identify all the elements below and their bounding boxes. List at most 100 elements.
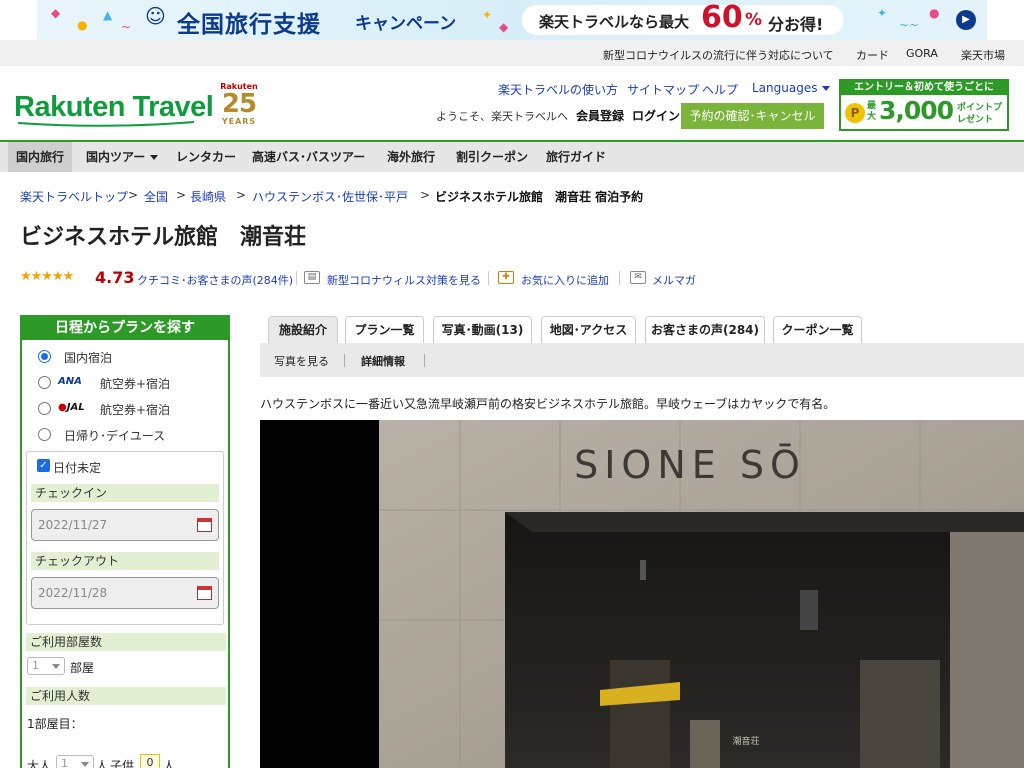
campaign-promo-suffix: 分お得! [768, 15, 824, 34]
radio-label: 国内宿泊 [64, 351, 113, 365]
chevron-down-icon [81, 762, 89, 767]
confetti-decoration: ✦ [482, 8, 493, 22]
nav-domestic-tour[interactable]: 国内ツアー [86, 142, 159, 172]
utility-link-ichiba[interactable]: 楽天市場 [961, 47, 1005, 63]
utility-link-covid[interactable]: 新型コロナウイルスの流行に伴う対応について [603, 47, 834, 63]
page-title: ビジネスホテル旅館 潮音荘 [20, 225, 307, 250]
nav-coupons[interactable]: 割引クーポン [456, 142, 528, 172]
confetti-decoration: ● [77, 18, 88, 32]
anniversary-badge: Rakuten 25 YEARS [219, 82, 259, 130]
header-link-howto[interactable]: 楽天トラベルの使い方 [498, 81, 618, 98]
breadcrumb-nationwide[interactable]: 全国 [144, 188, 168, 205]
confetti-decoration: ▲ [103, 8, 113, 22]
hotel-entrance-image: SIONE SŌ 潮音荘 [260, 420, 1024, 768]
campaign-banner[interactable]: ◆ ● ▲ ~ ☺ 全国旅行支援 キャンペーン ✦ ◆ 楽天トラベルなら最大 6… [37, 0, 987, 40]
reservation-check-button[interactable]: 予約の確認･キャンセル [681, 103, 824, 129]
adult-select-value: 1 [61, 757, 68, 768]
campaign-promo-prefix: 楽天トラベルなら最大 [539, 13, 690, 31]
campaign-promo-unit: % [745, 10, 763, 30]
anniversary-number: 25 [221, 89, 257, 119]
undecided-date-checkbox[interactable]: ✓ [37, 459, 50, 472]
radio-label: 日帰り･デイユース [64, 429, 166, 443]
promo-max-text: 最大 [867, 101, 877, 122]
hotel-main-photo[interactable]: SIONE SŌ 潮音荘 [260, 420, 1024, 768]
radio-button[interactable] [38, 402, 51, 415]
tab-facility-info[interactable]: 施設紹介 [268, 316, 338, 344]
languages-label: Languages [752, 81, 818, 95]
child-unit: 人 [163, 759, 176, 768]
jal-logo-text: JAL [66, 402, 85, 413]
campaign-title: 全国旅行支援 [177, 12, 321, 38]
divider [488, 271, 489, 285]
reviews-link[interactable]: クチコミ･お客さまの声(284件) [137, 272, 293, 288]
tab-map-access[interactable]: 地図･アクセス [541, 316, 636, 344]
confetti-decoration: ~ [121, 20, 132, 34]
login-link[interactable]: ログイン [632, 107, 680, 124]
child-count-input[interactable]: 0 [140, 754, 160, 768]
ana-logo-icon: ANA [58, 376, 82, 387]
adult-select[interactable]: 1 [56, 755, 94, 768]
nav-highway-bus[interactable]: 高速バス･バスツアー [252, 142, 365, 172]
breadcrumb-area[interactable]: ハウステンボス･佐世保･平戸 [252, 188, 408, 205]
radio-button[interactable] [38, 350, 51, 363]
nav-travel-guide[interactable]: 旅行ガイド [546, 142, 606, 172]
adult-unit: 人 [96, 759, 109, 768]
guests-label: ご利用人数 [26, 687, 226, 705]
campaign-subtitle: キャンペーン [355, 14, 457, 34]
breadcrumb-current: ビジネスホテル旅館 潮音荘 宿泊予約 [435, 190, 644, 204]
rakuten-travel-logo[interactable]: Rakuten Travel [14, 91, 214, 124]
breadcrumb-separator: > [128, 188, 139, 202]
breadcrumb-separator: > [420, 188, 431, 202]
logo-swoosh-icon [17, 121, 195, 127]
chevron-down-icon [150, 155, 159, 160]
mailmag-link[interactable]: メルマガ [652, 272, 696, 288]
subtab-view-photos[interactable]: 写真を見る [274, 353, 329, 369]
header-link-sitemap[interactable]: サイトマップ [627, 81, 699, 98]
confetti-decoration: ~~ [899, 18, 920, 32]
checkin-input[interactable]: 2022/11/27 [31, 509, 219, 541]
plan-search-panel: 日程からプランを探す 国内宿泊 ANA 航空券+宿泊 ●JAL 航空券+宿泊 日… [20, 315, 230, 768]
checkout-input[interactable]: 2022/11/28 [31, 577, 219, 609]
utility-link-gora[interactable]: GORA [906, 47, 938, 60]
radio-button[interactable] [38, 428, 51, 441]
divider [619, 271, 620, 285]
confetti-decoration: ◆ [51, 6, 61, 20]
points-promo-banner[interactable]: エントリー＆初めて使うごとに P 最大 3,000 ポイントプレゼント [839, 79, 1009, 131]
chevron-down-icon [52, 664, 60, 669]
breadcrumb-top[interactable]: 楽天トラベルトップ [20, 188, 128, 205]
register-link[interactable]: 会員登録 [576, 107, 624, 124]
breadcrumb-nagasaki[interactable]: 長崎県 [190, 188, 226, 205]
rooms-select[interactable]: 1 [27, 657, 65, 675]
plan-search-header: 日程からプランを探す [22, 317, 228, 340]
sub-tab-bar: 写真を見る 詳細情報 [260, 343, 1024, 377]
add-favorite-link[interactable]: お気に入りに追加 [521, 272, 609, 288]
checkin-label: チェックイン [31, 484, 219, 502]
promo-top-text: エントリー＆初めて使うごとに [841, 81, 1007, 95]
tab-photos-videos[interactable]: 写真･動画(13) [433, 316, 532, 344]
nav-domestic-travel[interactable]: 国内旅行 [8, 142, 72, 172]
radio-button[interactable] [38, 376, 51, 389]
tab-coupon-list[interactable]: クーポン一覧 [773, 316, 862, 344]
checkin-value: 2022/11/27 [38, 518, 108, 532]
child-label: 子供 [110, 759, 135, 768]
nav-overseas-travel[interactable]: 海外旅行 [387, 142, 435, 172]
calendar-icon[interactable] [197, 518, 212, 532]
nav-domestic-tour-label: 国内ツアー [86, 150, 146, 164]
adult-label: 大人 [27, 759, 52, 768]
tab-plan-list[interactable]: プラン一覧 [345, 316, 424, 344]
hotel-description: ハウステンボスに一番近い又急流早岐瀬戸前の格安ビジネスホテル旅館。早岐ウェーブは… [260, 397, 836, 411]
favorite-icon: ✚ [498, 271, 514, 284]
printer-icon: ▤ [304, 271, 320, 284]
header-link-help[interactable]: ヘルプ [702, 81, 738, 98]
nav-rental-car[interactable]: レンタカー [176, 142, 236, 172]
main-navigation: 国内旅行 国内ツアー レンタカー 高速バス･バスツアー 海外旅行 割引クーポン … [0, 140, 1024, 172]
languages-dropdown[interactable]: Languages [752, 81, 831, 95]
building-sign-text: SIONE SŌ [574, 443, 806, 487]
tab-customer-reviews[interactable]: お客さまの声(284) [645, 316, 765, 344]
checkout-value: 2022/11/28 [38, 586, 108, 600]
subtab-details[interactable]: 詳細情報 [361, 353, 405, 369]
utility-link-card[interactable]: カード [856, 47, 889, 63]
calendar-icon[interactable] [197, 586, 212, 600]
covid-measures-link[interactable]: 新型コロナウィルス対策を見る [327, 272, 481, 288]
banner-arrow-icon[interactable]: ▶ [956, 10, 976, 30]
